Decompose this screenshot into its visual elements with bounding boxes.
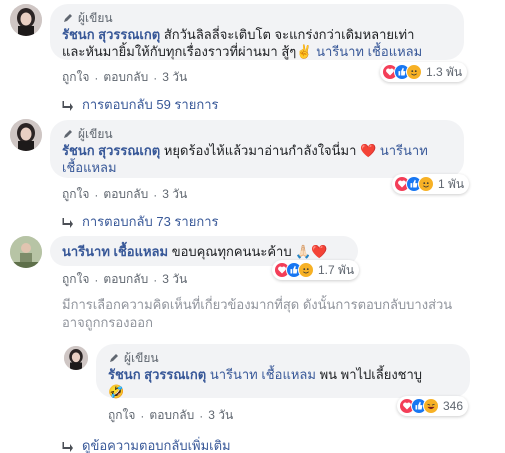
reply-time[interactable]: 3 วัน <box>208 406 233 425</box>
reply-author[interactable]: รัชนก สุวรรณเกตุ <box>108 367 206 382</box>
reaction-summary[interactable]: 1 พัน <box>392 174 470 194</box>
reaction-count: 346 <box>443 399 464 413</box>
avatar[interactable] <box>10 236 42 268</box>
comment-actions: ถูกใจ · ตอบกลับ · 3 วัน <box>62 270 187 289</box>
reply-link[interactable]: ตอบกลับ <box>103 270 148 289</box>
filter-notice: มีการเลือกความคิดเห็นที่เกี่ยวข้องมากที่… <box>62 296 502 332</box>
comment-2: ผู้เขียน รัชนก สุวรรณเกตุ หยุดร้องไห้แล้… <box>0 115 505 230</box>
reply-emoji: 🤣 <box>108 384 125 399</box>
comment-time[interactable]: 3 วัน <box>162 270 187 289</box>
author-badge: ผู้เขียน <box>62 10 452 26</box>
author-badge-label: ผู้เขียน <box>78 126 113 141</box>
more-replies-label: ดูข้อความตอบกลับเพิ่มเติม <box>82 438 231 453</box>
mention-tag[interactable]: นารีนาท เชื้อแหลม <box>316 44 422 59</box>
care-reaction-icon <box>406 64 422 80</box>
reply-link[interactable]: ตอบกลับ <box>103 68 148 87</box>
reply-arrow-icon <box>62 100 73 111</box>
comment-bubble: ผู้เขียน รัชนก สุวรรณเกตุ หยุดร้องไห้แล้… <box>50 120 464 178</box>
reaction-count: 1.3 พัน <box>426 64 463 79</box>
like-link[interactable]: ถูกใจ <box>62 270 89 289</box>
comment-3: นารีนาท เชื้อแหลม ขอบคุณทุกคนนะค้าบ 🙏🏻❤️… <box>0 232 505 292</box>
reply-actions: ถูกใจ · ตอบกลับ · 3 วัน <box>108 406 233 425</box>
view-replies-link[interactable]: การตอบกลับ 59 รายการ <box>62 94 218 115</box>
filter-notice-line1: มีการเลือกความคิดเห็นที่เกี่ยวข้องมากที่… <box>62 297 453 312</box>
comment-1: ผู้เขียน รัชนก สุวรรณเกตุ สักวันลิลลี่จะ… <box>0 0 505 115</box>
nested-reply: ผู้เขียน รัชนก สุวรรณเกตุ นารีนาท เชื้อแ… <box>0 340 505 430</box>
comment-actions: ถูกใจ · ตอบกลับ · 3 วัน <box>62 68 187 87</box>
reply-link[interactable]: ตอบกลับ <box>103 185 148 204</box>
like-link[interactable]: ถูกใจ <box>62 185 89 204</box>
like-link[interactable]: ถูกใจ <box>108 406 135 425</box>
reply-link[interactable]: ตอบกลับ <box>149 406 194 425</box>
pencil-icon <box>64 130 72 138</box>
reaction-count: 1.7 พัน <box>318 262 355 277</box>
mention-tag-line2[interactable]: เชื้อแหลม <box>62 160 117 175</box>
comment-author[interactable]: รัชนก สุวรรณเกตุ <box>62 27 160 42</box>
reply-arrow-icon <box>62 441 73 452</box>
care-reaction-icon <box>298 262 314 278</box>
care-reaction-icon <box>418 176 434 192</box>
comment-time[interactable]: 3 วัน <box>162 68 187 87</box>
pencil-icon <box>64 14 72 22</box>
reaction-summary[interactable]: 1.3 พัน <box>380 62 468 82</box>
comment-text-line1: สักวันลิลลี่จะเติบโต จะแกร่งกว่าเดิมหลาย… <box>163 27 415 42</box>
pencil-icon <box>110 354 118 362</box>
reaction-count: 1 พัน <box>438 176 465 191</box>
haha-reaction-icon <box>423 398 439 414</box>
comment-text: ขอบคุณทุกคนนะค้าบ 🙏🏻❤️ <box>171 244 328 259</box>
comment-author[interactable]: รัชนก สุวรรณเกตุ <box>62 143 160 158</box>
more-replies-link[interactable]: ดูข้อความตอบกลับเพิ่มเติม <box>62 435 231 453</box>
view-replies-label: การตอบกลับ 73 รายการ <box>82 214 219 229</box>
comment-time[interactable]: 3 วัน <box>162 185 187 204</box>
author-badge: ผู้เขียน <box>108 350 458 366</box>
reply-text: พน พาไปเลี้ยงชาบู <box>319 367 423 382</box>
comment-bubble: ผู้เขียน รัชนก สุวรรณเกตุ สักวันลิลลี่จะ… <box>50 4 464 60</box>
mention-tag[interactable]: นารีนาท เชื้อแหลม <box>210 367 316 382</box>
comment-actions: ถูกใจ · ตอบกลับ · 3 วัน <box>62 185 187 204</box>
view-replies-label: การตอบกลับ 59 รายการ <box>82 97 219 112</box>
mention-tag-line1[interactable]: นารีนาท <box>380 143 428 158</box>
comment-text: หยุดร้องไห้แล้วมาอ่านกำลังใจนี่มา ❤️ <box>163 143 377 158</box>
avatar[interactable] <box>64 346 88 370</box>
reply-arrow-icon <box>62 217 73 228</box>
author-badge-label: ผู้เขียน <box>124 350 159 365</box>
comment-text-line2: และหันมายิ้มให้กับทุกเรื่องราวที่ผ่านมา … <box>62 44 313 59</box>
reaction-summary[interactable]: 346 <box>397 396 469 416</box>
author-badge-label: ผู้เขียน <box>78 10 113 25</box>
author-badge: ผู้เขียน <box>62 126 452 142</box>
view-replies-link[interactable]: การตอบกลับ 73 รายการ <box>62 211 218 232</box>
reply-bubble: ผู้เขียน รัชนก สุวรรณเกตุ นารีนาท เชื้อแ… <box>96 344 470 399</box>
like-link[interactable]: ถูกใจ <box>62 68 89 87</box>
reaction-summary[interactable]: 1.7 พัน <box>272 260 360 280</box>
avatar[interactable] <box>10 4 42 36</box>
comment-author[interactable]: นารีนาท เชื้อแหลม <box>62 244 168 259</box>
avatar[interactable] <box>10 119 42 151</box>
filter-notice-line2: อาจถูกกรองออก <box>62 315 153 330</box>
